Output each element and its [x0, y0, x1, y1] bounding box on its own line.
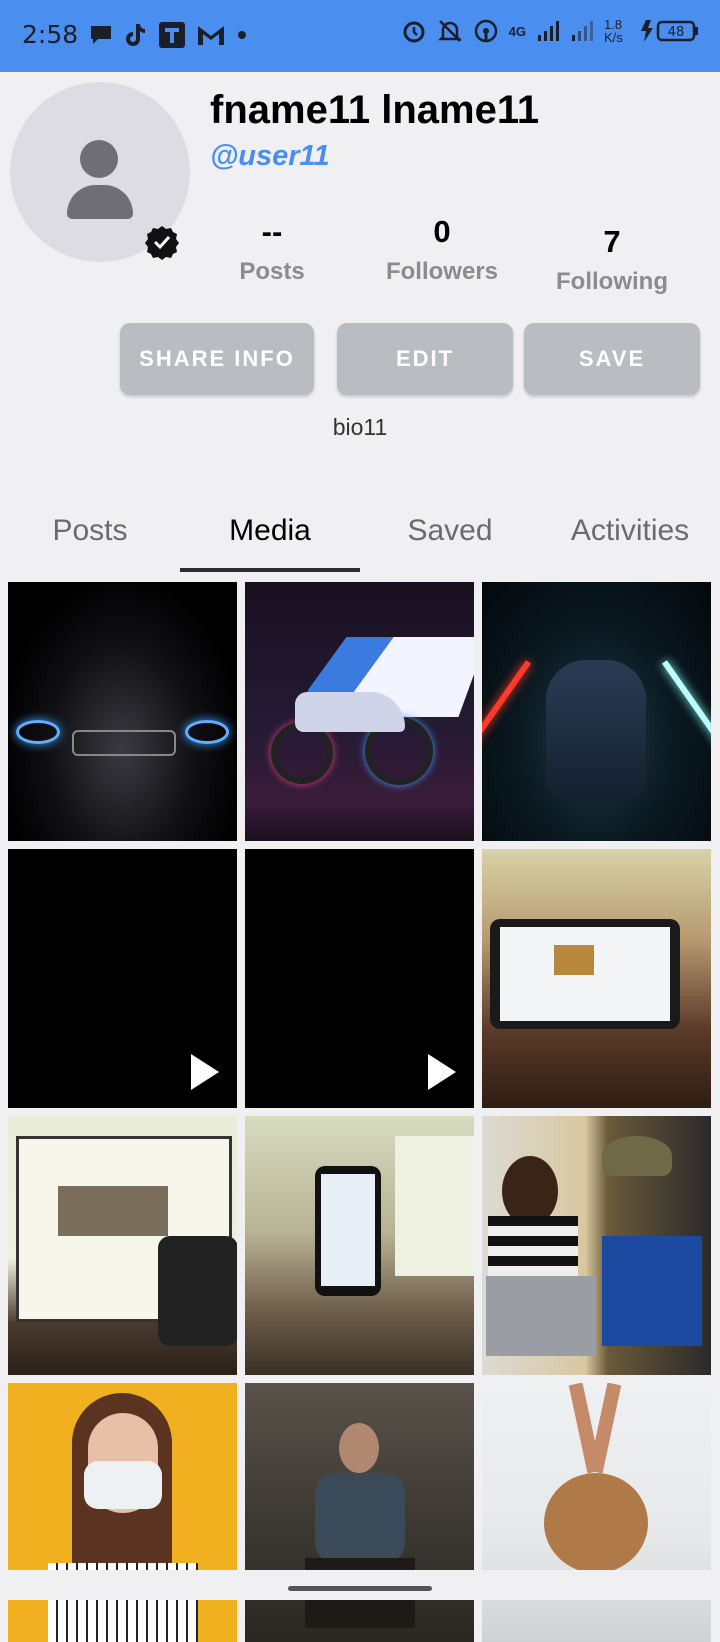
verified-badge-icon: [145, 226, 179, 260]
media-item-car-lights[interactable]: [482, 582, 711, 841]
home-indicator[interactable]: [288, 1586, 432, 1591]
play-icon: [191, 1054, 219, 1090]
stat-posts-label: Posts: [239, 258, 305, 285]
gmail-icon: [198, 25, 225, 45]
profile-name: fname11 lname11: [210, 88, 540, 132]
media-grid: [8, 582, 712, 1642]
tab-media[interactable]: Media: [180, 500, 360, 572]
status-time: 2:58: [22, 20, 79, 49]
media-item-car-headlights[interactable]: [8, 582, 237, 841]
profile-handle[interactable]: @user11: [210, 140, 330, 173]
battery-level: 48: [668, 25, 685, 40]
stat-followers[interactable]: 0 Followers: [372, 214, 512, 286]
media-item-woman-mask[interactable]: [8, 1383, 237, 1642]
stat-following-label: Following: [556, 268, 668, 295]
tab-activities[interactable]: Activities: [540, 500, 720, 572]
network-speed: 1.8 K/s: [604, 17, 623, 45]
save-button[interactable]: SAVE: [524, 323, 700, 395]
stat-following[interactable]: 7 Following: [542, 224, 682, 296]
tab-saved[interactable]: Saved: [360, 500, 540, 572]
profile-tabs: Posts Media Saved Activities: [0, 500, 720, 572]
media-item-phone[interactable]: [245, 1116, 474, 1375]
media-item-straw-hat[interactable]: [482, 1383, 711, 1642]
profile-bio: bio11: [332, 414, 388, 440]
stat-posts[interactable]: -- Posts: [202, 214, 342, 286]
hotspot-icon: [474, 19, 497, 43]
status-bar: 2:58 4G 1.8 K/s 48: [0, 0, 720, 72]
signal-icon: [572, 21, 593, 41]
signal-icon: [538, 21, 559, 41]
media-item-video-2[interactable]: [245, 849, 474, 1108]
tab-posts[interactable]: Posts: [0, 500, 180, 572]
person-icon: [80, 140, 118, 178]
media-item-motorcycle[interactable]: [245, 582, 474, 841]
edit-button[interactable]: EDIT: [337, 323, 513, 395]
stat-followers-label: Followers: [385, 258, 499, 285]
stat-posts-value: --: [261, 214, 283, 249]
tiktok-icon: [126, 23, 146, 46]
media-item-women-laptops[interactable]: [482, 1116, 711, 1375]
media-item-man-sitting[interactable]: [245, 1383, 474, 1642]
media-item-tablet[interactable]: [482, 849, 711, 1108]
battery-charging-icon: 48: [641, 20, 698, 42]
stat-following-value: 7: [603, 224, 621, 259]
network-type: 4G: [508, 23, 526, 39]
play-icon: [428, 1054, 456, 1090]
share-info-button[interactable]: SHARE INFO: [120, 323, 314, 395]
media-item-video-1[interactable]: [8, 849, 237, 1108]
dot-icon: [238, 30, 247, 39]
t-app-icon: [159, 21, 186, 48]
media-item-monitor[interactable]: [8, 1116, 237, 1375]
bell-off-icon: [437, 20, 462, 42]
chat-bubble-icon: [91, 25, 112, 44]
stat-followers-value: 0: [433, 214, 451, 249]
alarm-icon: [403, 21, 425, 43]
